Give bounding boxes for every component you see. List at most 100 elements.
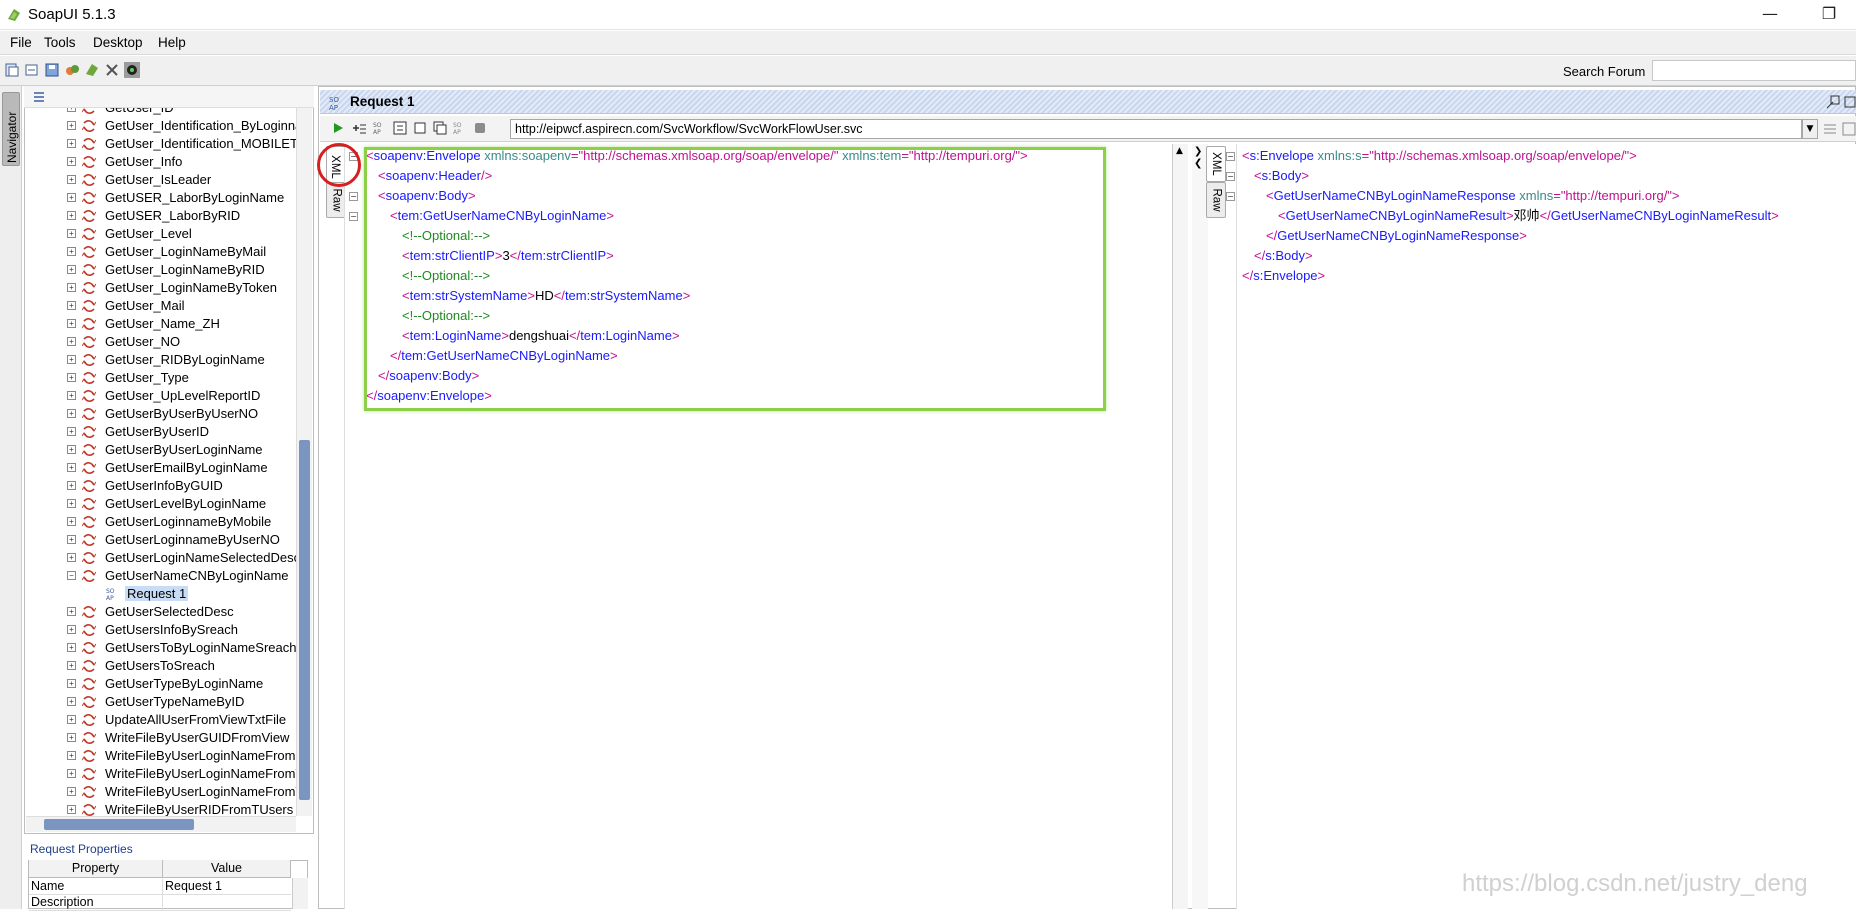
tree-vertical-scroll-thumb[interactable] [299,440,310,800]
cancel-request-icon[interactable] [473,121,487,135]
preferences-icon[interactable] [104,62,120,78]
xml-line[interactable]: <GetUserNameCNByLoginNameResult>邓帅</GetU… [1278,206,1779,226]
tree-operation-item[interactable]: + GetUser_NO [26,333,296,351]
tree-operation-item[interactable]: + GetUSER_LaborByLoginName [26,189,296,207]
tree-operation-item[interactable]: + GetUser_RIDByLoginName [26,351,296,369]
properties-scrollbar[interactable] [292,878,308,909]
xml-line[interactable]: </s:Body> [1254,246,1313,266]
tree-operation-item[interactable]: + GetUserEmailByLoginName [26,459,296,477]
menu-help[interactable]: Help [158,35,186,50]
tree-operation-item[interactable]: + GetUser_LoginNameByMail [26,243,296,261]
new-project-icon[interactable] [4,62,20,78]
xml-line[interactable]: </s:Envelope> [1242,266,1325,286]
request-editor-scrollbar[interactable] [1172,144,1188,909]
tree-operation-item[interactable]: + GetUserByUserID [26,423,296,441]
tree-operation-item[interactable]: + WriteFileByUserRIDFromTUsers [26,801,296,816]
expand-node-icon[interactable]: + [67,715,76,724]
expand-node-icon[interactable]: + [67,265,76,274]
auth-icon[interactable] [1822,121,1838,137]
menu-file[interactable]: File [10,35,32,50]
minimize-button[interactable]: — [1755,4,1785,23]
expand-node-icon[interactable]: + [67,337,76,346]
expand-node-icon[interactable]: + [67,427,76,436]
expand-node-icon[interactable]: + [67,301,76,310]
list-view-icon[interactable] [32,90,46,104]
tree-operation-item[interactable]: + GetUser_Name_ZH [26,315,296,333]
tab-request-raw[interactable]: Raw [326,182,346,218]
expand-node-icon[interactable]: + [67,445,76,454]
expand-node-icon[interactable]: + [67,643,76,652]
submit-request-icon[interactable] [331,121,345,135]
expand-node-icon[interactable]: + [67,625,76,634]
expand-node-icon[interactable]: + [67,805,76,814]
maximize-icon[interactable] [1843,95,1856,109]
expand-node-icon[interactable]: + [67,247,76,256]
tree-operation-item[interactable]: + GetUserLevelByLoginName [26,495,296,513]
fold-toggle-icon[interactable]: − [349,192,358,201]
tree-operation-item[interactable]: + GetUsersToSreach [26,657,296,675]
expand-node-icon[interactable]: + [67,319,76,328]
expand-node-icon[interactable]: + [67,733,76,742]
tree-operation-item[interactable]: + GetUserTypeByLoginName [26,675,296,693]
xml-line[interactable]: <GetUserNameCNByLoginNameResponse xmlns=… [1266,186,1680,206]
expand-node-icon[interactable]: + [67,409,76,418]
save-all-icon[interactable] [44,62,60,78]
tree-operation-item[interactable]: + GetUser_Identification_ByLoginname [26,117,296,135]
soapui-trial-icon[interactable] [84,62,100,78]
tree-operation-item[interactable]: + GetUserLoginNameSelectedDesc [26,549,296,567]
tree-operation-item[interactable]: + UpdateAllUserFromViewTxtFile [26,711,296,729]
expand-node-icon[interactable]: + [67,481,76,490]
tree-horizontal-scroll-thumb[interactable] [44,819,194,830]
tree-operation-item[interactable]: + WriteFileByUserLoginNameFromT [26,765,296,783]
tree-operation-item[interactable]: + GetUser_UpLevelReportID [26,387,296,405]
tree-operation-item[interactable]: + GetUser_LoginNameByToken [26,279,296,297]
tree-operation-item[interactable]: + GetUserInfoByGUID [26,477,296,495]
tab-response-xml[interactable]: XML [1206,146,1226,182]
expand-node-icon[interactable]: + [67,229,76,238]
collapse-node-icon[interactable]: − [67,571,76,580]
endpoint-input[interactable]: http://eipwcf.aspirecn.com/SvcWorkflow/S… [510,119,1802,139]
expand-node-icon[interactable]: + [67,679,76,688]
tree-operation-item[interactable]: + WriteFileByUserGUIDFromView [26,729,296,747]
expand-node-icon[interactable]: + [67,463,76,472]
expand-node-icon[interactable]: + [67,751,76,760]
expand-node-icon[interactable]: + [67,697,76,706]
tree-operation-item[interactable]: + GetUser_Mail [26,297,296,315]
tree-operation-item[interactable]: + GetUserSelectedDesc [26,603,296,621]
tree-operation-item[interactable]: + GetUserLoginnameByUserNO [26,531,296,549]
stop-edit-icon[interactable] [413,121,427,135]
proxy-icon[interactable] [124,62,140,78]
tree-operation-item[interactable]: + GetUser_ID [26,108,296,117]
xml-line[interactable]: <s:Body> [1254,166,1309,186]
navigator-tab[interactable]: Navigator [2,92,20,166]
expand-node-icon[interactable]: + [67,175,76,184]
tree-operation-item[interactable]: + WriteFileByUserLoginNameFromV [26,783,296,801]
expand-node-icon[interactable]: + [67,157,76,166]
fold-toggle-icon[interactable]: − [349,212,358,221]
collapse-arrow-icon[interactable]: ❯ [1194,146,1202,157]
editor-splitter[interactable] [1192,144,1208,909]
import-project-icon[interactable] [24,62,40,78]
wsdl-icon[interactable]: SOAP [453,121,467,135]
tree-operation-item[interactable]: + GetUser_Identification_MOBILETEL [26,135,296,153]
tab-response-raw[interactable]: Raw [1206,182,1226,218]
expand-node-icon[interactable]: + [67,607,76,616]
create-testcase-icon[interactable]: SOAP [373,121,387,135]
expand-arrow-icon[interactable]: ❮ [1194,158,1202,169]
expand-node-icon[interactable]: + [67,108,76,112]
expand-node-icon[interactable]: + [67,373,76,382]
tree-operation-item[interactable]: + GetUser_Type [26,369,296,387]
expand-node-icon[interactable]: + [67,211,76,220]
property-column-header[interactable]: Property [29,860,163,878]
expand-node-icon[interactable]: + [67,535,76,544]
tree-operation-item[interactable]: + GetUsersToByLoginNameSreach [26,639,296,657]
tree-operation-item[interactable]: + GetUserTypeNameByID [26,693,296,711]
menu-desktop[interactable]: Desktop [93,35,143,50]
expand-node-icon[interactable]: + [67,553,76,562]
format-icon[interactable] [393,121,407,135]
expand-node-icon[interactable]: + [67,283,76,292]
tree-operation-item[interactable]: + GetUserLoginnameByMobile [26,513,296,531]
tree-operation-item[interactable]: + GetUser_LoginNameByRID [26,261,296,279]
tree-request-item[interactable]: SO AP Request 1 [26,585,296,603]
clone-icon[interactable] [433,121,447,135]
